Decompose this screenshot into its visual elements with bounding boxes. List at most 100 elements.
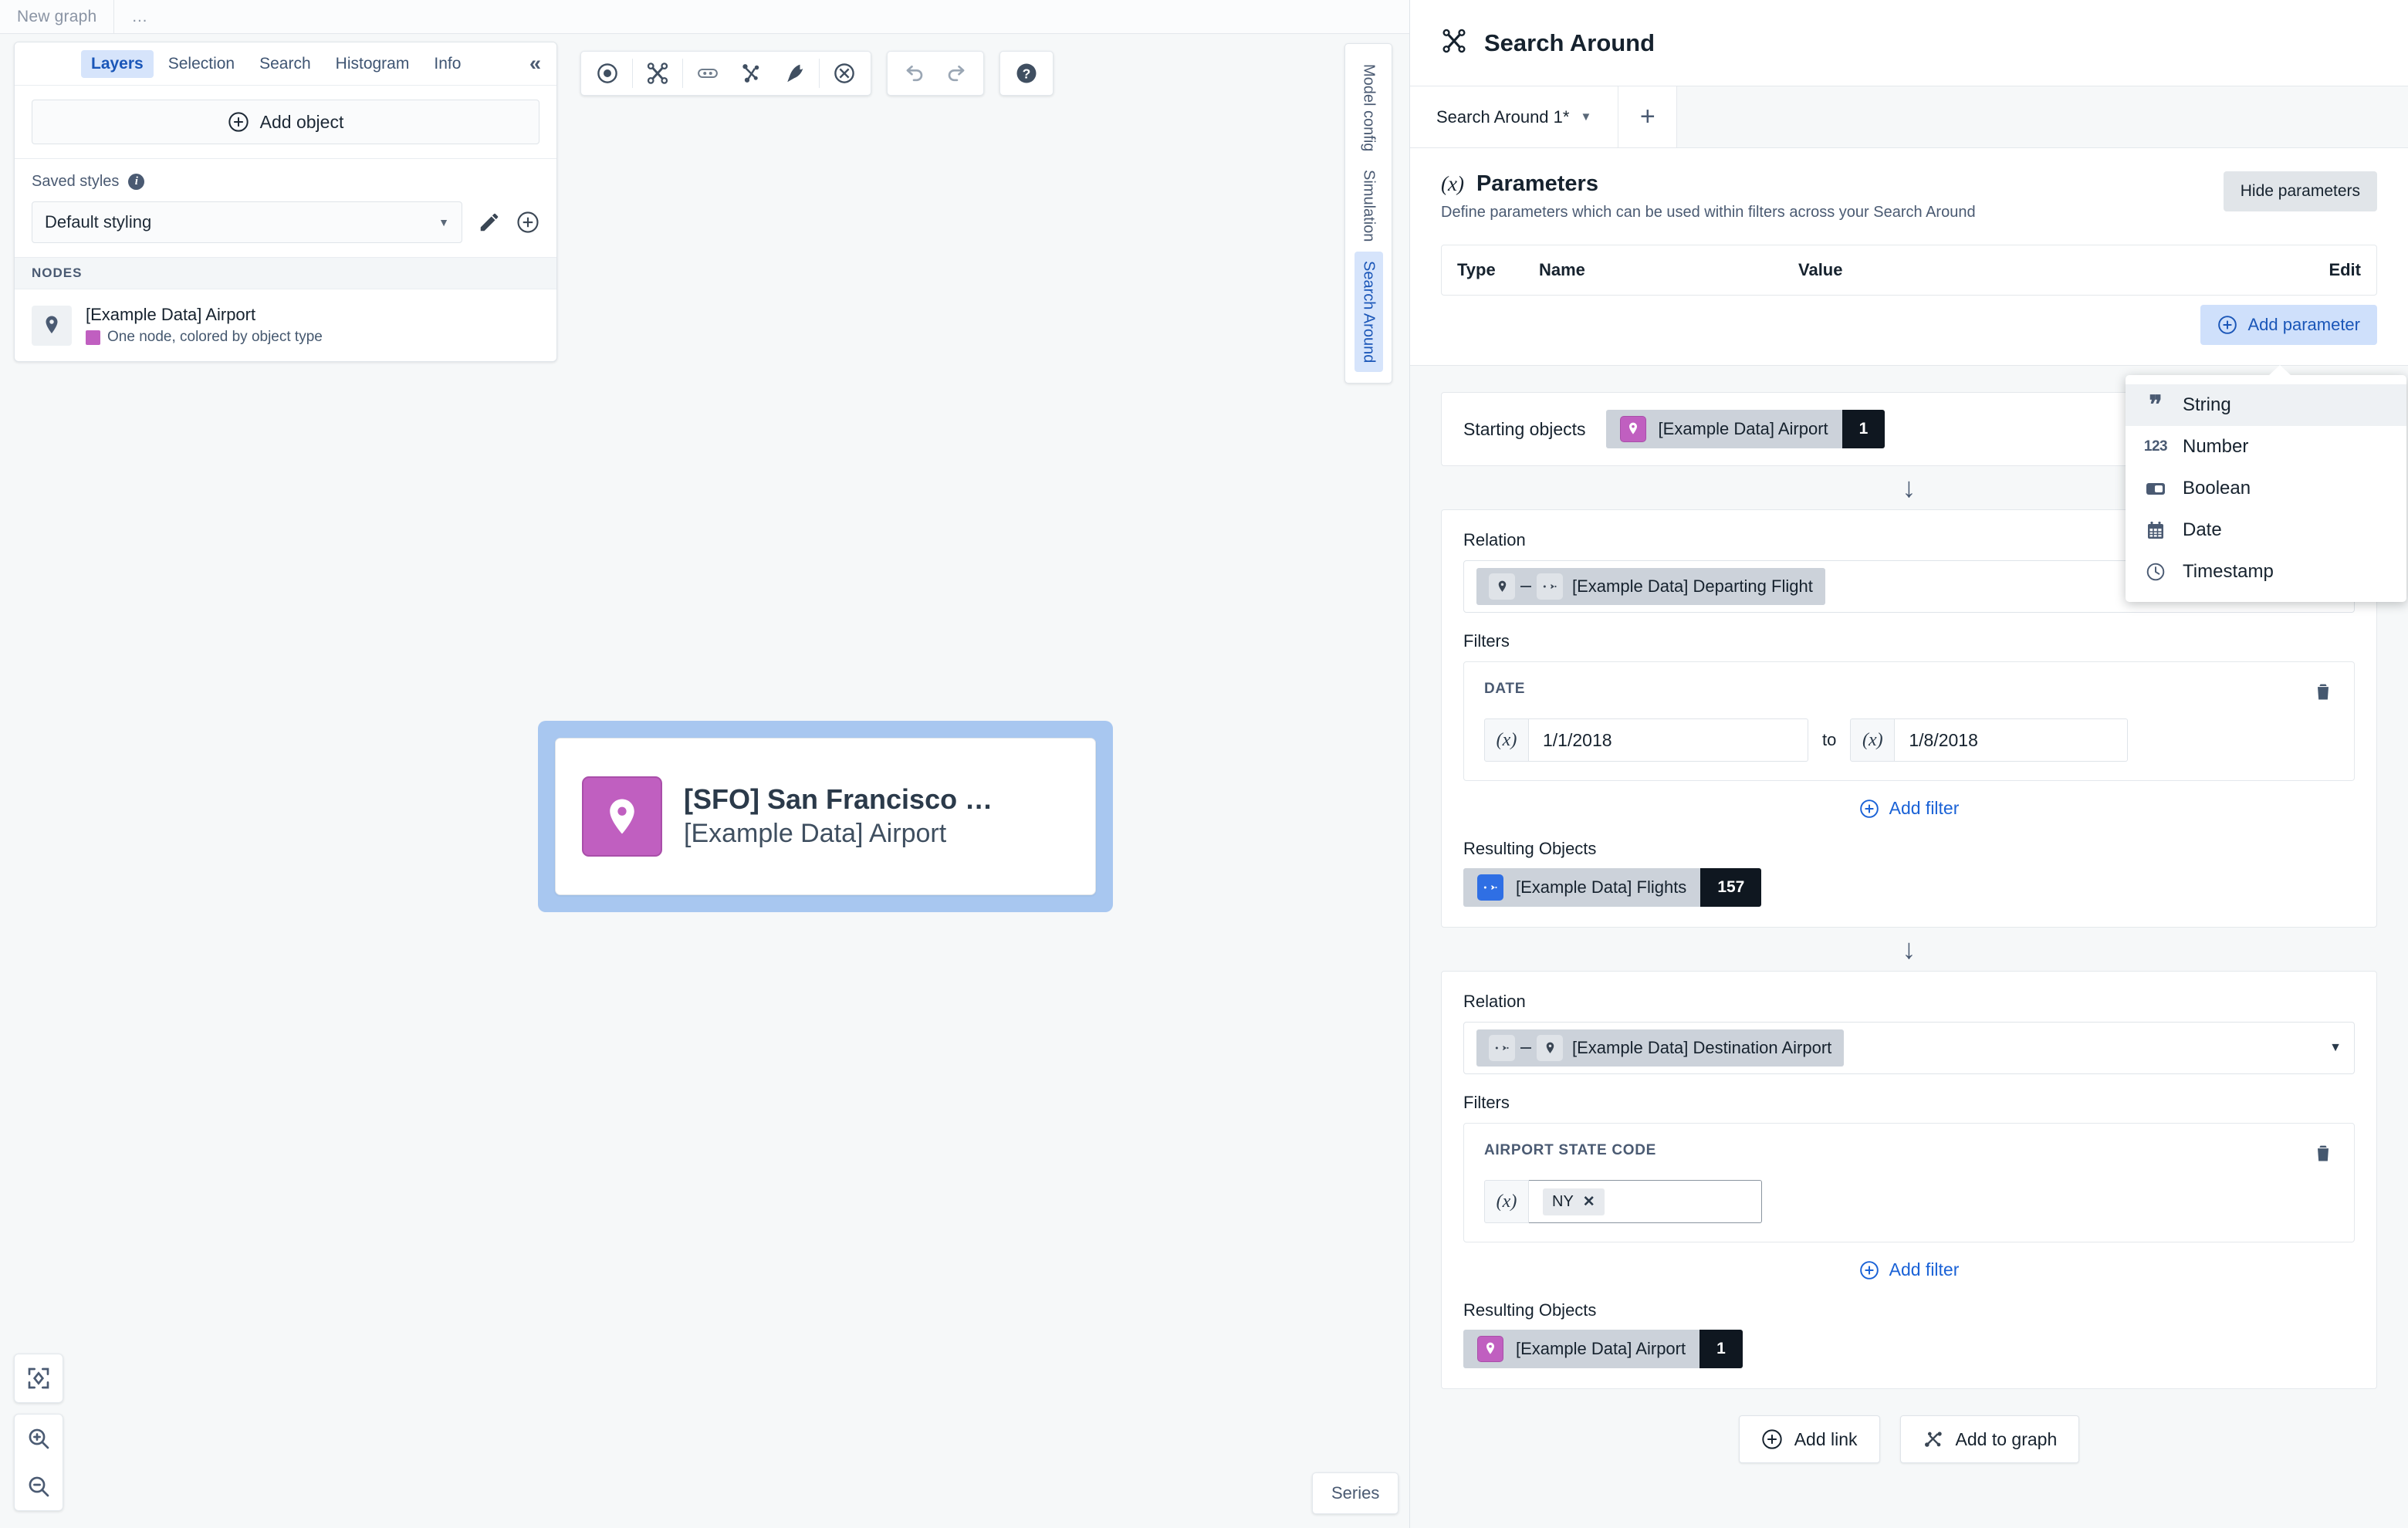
add-object-button[interactable]: Add object bbox=[32, 100, 539, 144]
chevron-down-icon[interactable]: ▼ bbox=[2329, 1041, 2342, 1055]
collapse-panel-icon[interactable]: « bbox=[522, 53, 549, 74]
left-panel-tabs: Layers Selection Search Histogram Info « bbox=[15, 42, 556, 86]
search-around-actions: Add link Add to graph bbox=[1441, 1415, 2377, 1463]
date-from-input[interactable]: 1/1/2018 bbox=[1529, 718, 1808, 762]
vtab-model-config[interactable]: Model config bbox=[1354, 55, 1383, 161]
chip-main: [Example Data] Airport bbox=[1605, 410, 1842, 448]
plus-circle-icon bbox=[1859, 799, 1879, 818]
redo-icon[interactable] bbox=[935, 52, 979, 95]
tab-selection[interactable]: Selection bbox=[158, 50, 245, 78]
more-menu-button[interactable]: … bbox=[114, 0, 164, 34]
menu-item-boolean[interactable]: Boolean bbox=[2126, 468, 2406, 509]
fit-to-screen-icon[interactable] bbox=[15, 1354, 63, 1402]
delete-icon[interactable] bbox=[823, 52, 866, 95]
relation-select-2[interactable]: [Example Data] Destination Airport ▼ bbox=[1463, 1022, 2355, 1074]
select-icon[interactable] bbox=[586, 52, 629, 95]
link-icon[interactable] bbox=[686, 52, 729, 95]
saved-styles-label: Saved styles bbox=[32, 173, 120, 190]
filter-name: AIRPORT STATE CODE bbox=[1484, 1142, 1657, 1158]
tab-info[interactable]: Info bbox=[424, 50, 471, 78]
add-parameter-button[interactable]: Add parameter bbox=[2200, 305, 2377, 345]
resulting-objects-label-2: Resulting Objects bbox=[1463, 1300, 1597, 1320]
tab-layers[interactable]: Layers bbox=[81, 49, 154, 78]
tag-pill-ny[interactable]: NY ✕ bbox=[1543, 1188, 1605, 1215]
graph-toolbar: ? bbox=[580, 51, 1054, 96]
layer-list-item-airport[interactable]: [Example Data] Airport One node, colored… bbox=[15, 289, 556, 361]
add-link-label: Add link bbox=[1794, 1428, 1858, 1449]
result-chip-flights[interactable]: [Example Data] Flights 157 bbox=[1463, 868, 1762, 907]
chip-count: 1 bbox=[1699, 1330, 1743, 1368]
vtab-simulation[interactable]: Simulation bbox=[1354, 161, 1383, 251]
style-select[interactable]: Default styling ▼ bbox=[32, 201, 462, 243]
color-swatch bbox=[86, 330, 100, 345]
tab-search-around-1[interactable]: Search Around 1* ▼ bbox=[1410, 86, 1619, 147]
number-icon: 123 bbox=[2143, 438, 2168, 455]
starting-objects-label: Starting objects bbox=[1463, 418, 1586, 439]
layer-item-title: [Example Data] Airport bbox=[86, 305, 256, 324]
add-to-graph-button[interactable]: Add to graph bbox=[1899, 1415, 2080, 1463]
search-step-2: Relation [Example Data] Destination Airp… bbox=[1441, 971, 2377, 1389]
tab-search[interactable]: Search bbox=[249, 50, 321, 78]
filters-label: Filters bbox=[1463, 631, 1510, 651]
zoom-out-icon[interactable] bbox=[15, 1462, 63, 1510]
graph-node-card[interactable]: [SFO] San Francisco … [Example Data] Air… bbox=[555, 738, 1096, 895]
parameters-description: Define parameters which can be used with… bbox=[1441, 204, 1976, 221]
add-tab-button[interactable]: + bbox=[1618, 86, 1678, 147]
tab-histogram[interactable]: Histogram bbox=[326, 50, 420, 78]
edit-style-icon[interactable] bbox=[478, 211, 501, 234]
calendar-icon bbox=[2144, 521, 2167, 540]
state-code-input[interactable]: NY ✕ bbox=[1529, 1180, 1762, 1223]
clock-icon bbox=[2144, 562, 2167, 582]
menu-item-timestamp[interactable]: Timestamp bbox=[2126, 551, 2406, 593]
graph-name-label[interactable]: New graph bbox=[0, 0, 113, 34]
add-object-section: Add object bbox=[15, 86, 556, 159]
parameter-toggle-to[interactable]: (x) bbox=[1850, 718, 1896, 762]
series-button[interactable]: Series bbox=[1312, 1472, 1399, 1514]
menu-item-label: Date bbox=[2183, 519, 2222, 540]
vtab-search-around[interactable]: Search Around bbox=[1354, 251, 1383, 373]
column-name: Name bbox=[1539, 260, 1585, 279]
parameter-glyph-icon: (x) bbox=[1441, 172, 1464, 195]
starting-objects-chip[interactable]: [Example Data] Airport 1 bbox=[1605, 410, 1885, 448]
menu-item-number[interactable]: 123 Number bbox=[2126, 426, 2406, 468]
result-chip-airport[interactable]: [Example Data] Airport 1 bbox=[1463, 1330, 1743, 1368]
pen-icon[interactable] bbox=[773, 52, 816, 95]
search-around-icon[interactable] bbox=[636, 52, 679, 95]
filter-name: DATE bbox=[1484, 681, 1526, 697]
date-to-input[interactable]: 1/8/2018 bbox=[1895, 718, 2129, 762]
relation-label: Relation bbox=[1463, 992, 1526, 1011]
top-bar: New graph … bbox=[0, 0, 1409, 34]
graph-node-sfo[interactable]: [SFO] San Francisco … [Example Data] Air… bbox=[538, 721, 1113, 912]
delete-filter-icon[interactable] bbox=[2312, 1142, 2334, 1168]
menu-item-string[interactable]: ❞ String bbox=[2126, 384, 2406, 426]
add-filter-button-1[interactable]: Add filter bbox=[1463, 798, 2355, 819]
add-filter-button-2[interactable]: Add filter bbox=[1463, 1259, 2355, 1280]
filters-label: Filters bbox=[1463, 1093, 1510, 1112]
chip-label: [Example Data] Flights bbox=[1516, 877, 1687, 897]
location-pin-icon bbox=[582, 776, 662, 857]
filter-header: DATE bbox=[1484, 681, 2334, 706]
delete-filter-icon[interactable] bbox=[2312, 681, 2334, 706]
info-icon[interactable]: i bbox=[128, 174, 145, 190]
add-style-icon[interactable] bbox=[516, 211, 539, 234]
undo-icon[interactable] bbox=[892, 52, 935, 95]
chip-count: 1 bbox=[1842, 410, 1885, 448]
menu-item-date[interactable]: Date bbox=[2126, 509, 2406, 551]
quote-icon: ❞ bbox=[2149, 390, 2163, 419]
state-code-row: (x) NY ✕ bbox=[1484, 1180, 2334, 1223]
remove-tag-icon[interactable]: ✕ bbox=[1583, 1193, 1595, 1211]
toolbar-group-tools bbox=[580, 51, 871, 96]
flight-icon bbox=[1489, 1035, 1515, 1061]
arrow-down-icon: ↓ bbox=[1902, 933, 1916, 965]
parameter-toggle-state[interactable]: (x) bbox=[1484, 1180, 1529, 1223]
location-pin-icon bbox=[1537, 1035, 1563, 1061]
add-link-button[interactable]: Add link bbox=[1738, 1415, 1880, 1463]
hide-parameters-button[interactable]: Hide parameters bbox=[2223, 171, 2377, 211]
help-icon[interactable]: ? bbox=[1005, 52, 1048, 95]
relation-chip: [Example Data] Destination Airport bbox=[1476, 1029, 1845, 1067]
graph-node-text: [SFO] San Francisco … [Example Data] Air… bbox=[684, 782, 993, 850]
location-pin-icon bbox=[1477, 1336, 1503, 1362]
zoom-in-icon[interactable] bbox=[15, 1415, 63, 1462]
expand-icon[interactable] bbox=[729, 52, 773, 95]
parameter-toggle-from[interactable]: (x) bbox=[1484, 718, 1529, 762]
